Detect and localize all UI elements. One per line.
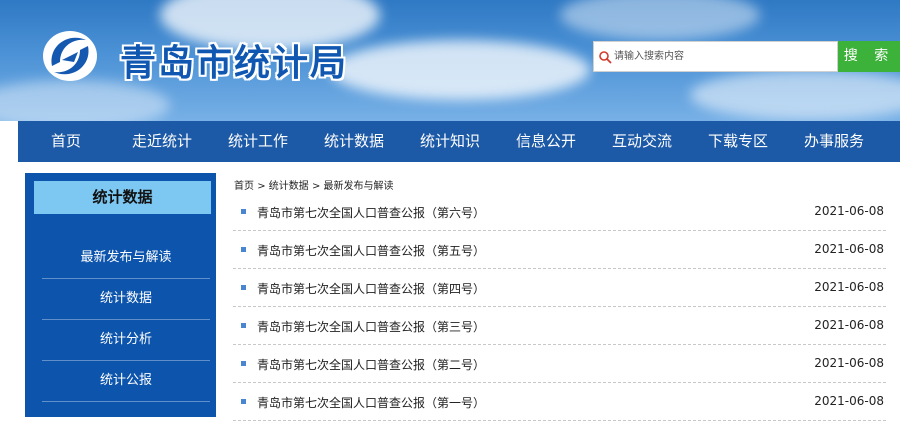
bullet-icon bbox=[241, 399, 246, 404]
sidebar-item-analysis[interactable]: 统计分析 bbox=[42, 320, 210, 361]
main-nav: 首页 走近统计 统计工作 统计数据 统计知识 信息公开 互动交流 下载专区 办事… bbox=[18, 121, 900, 162]
list-item: 青岛市第七次全国人口普查公报（第二号） 2021-06-08 bbox=[233, 345, 886, 383]
nav-item-data[interactable]: 统计数据 bbox=[306, 121, 402, 162]
nav-item-work[interactable]: 统计工作 bbox=[210, 121, 306, 162]
breadcrumb: 首页 > 统计数据 > 最新发布与解读 bbox=[234, 177, 394, 192]
breadcrumb-level2[interactable]: 最新发布与解读 bbox=[324, 181, 394, 192]
article-title-link[interactable]: 青岛市第七次全国人口普查公报（第二号） bbox=[257, 356, 485, 373]
site-title: 青岛市统计局 bbox=[120, 43, 349, 84]
bullet-icon bbox=[241, 323, 246, 328]
article-date: 2021-06-08 bbox=[814, 280, 884, 294]
search-box bbox=[593, 41, 838, 72]
nav-item-about[interactable]: 走近统计 bbox=[114, 121, 210, 162]
breadcrumb-home[interactable]: 首页 bbox=[234, 181, 254, 192]
cloud-decoration bbox=[330, 40, 590, 100]
list-item: 青岛市第七次全国人口普查公报（第一号） 2021-06-08 bbox=[233, 383, 886, 421]
cloud-decoration bbox=[0, 80, 170, 121]
search-button[interactable]: 搜 索 bbox=[838, 41, 900, 72]
cloud-decoration bbox=[690, 70, 900, 120]
sidebar-item-bulletin[interactable]: 统计公报 bbox=[42, 361, 210, 402]
search-input[interactable] bbox=[614, 42, 834, 71]
nav-item-services[interactable]: 办事服务 bbox=[786, 121, 882, 162]
article-title-link[interactable]: 青岛市第七次全国人口普查公报（第六号） bbox=[257, 204, 485, 221]
sidebar-item-statistical-data[interactable]: 统计数据 bbox=[42, 279, 210, 320]
sidebar: 统计数据 最新发布与解读 统计数据 统计分析 统计公报 bbox=[25, 173, 216, 417]
sidebar-item-latest-release[interactable]: 最新发布与解读 bbox=[42, 238, 210, 279]
list-item: 青岛市第七次全国人口普查公报（第五号） 2021-06-08 bbox=[233, 231, 886, 269]
nav-item-home[interactable]: 首页 bbox=[18, 121, 114, 162]
nav-item-disclosure[interactable]: 信息公开 bbox=[498, 121, 594, 162]
article-date: 2021-06-08 bbox=[814, 356, 884, 370]
article-title-link[interactable]: 青岛市第七次全国人口普查公报（第一号） bbox=[257, 394, 485, 411]
article-title-link[interactable]: 青岛市第七次全国人口普查公报（第四号） bbox=[257, 280, 485, 297]
article-list: 青岛市第七次全国人口普查公报（第六号） 2021-06-08 青岛市第七次全国人… bbox=[233, 193, 886, 421]
list-item: 青岛市第七次全国人口普查公报（第四号） 2021-06-08 bbox=[233, 269, 886, 307]
article-date: 2021-06-08 bbox=[814, 394, 884, 408]
nav-item-interaction[interactable]: 互动交流 bbox=[594, 121, 690, 162]
logo-icon[interactable] bbox=[40, 26, 100, 86]
breadcrumb-separator: > bbox=[311, 181, 321, 192]
article-title-link[interactable]: 青岛市第七次全国人口普查公报（第三号） bbox=[257, 318, 485, 335]
bullet-icon bbox=[241, 361, 246, 366]
sidebar-title: 统计数据 bbox=[34, 181, 211, 214]
nav-item-knowledge[interactable]: 统计知识 bbox=[402, 121, 498, 162]
article-date: 2021-06-08 bbox=[814, 318, 884, 332]
header-banner: 青岛市统计局 搜 索 bbox=[0, 0, 900, 121]
nav-item-downloads[interactable]: 下载专区 bbox=[690, 121, 786, 162]
search-icon bbox=[599, 51, 612, 64]
breadcrumb-separator: > bbox=[257, 181, 266, 192]
list-item: 青岛市第七次全国人口普查公报（第三号） 2021-06-08 bbox=[233, 307, 886, 345]
list-item: 青岛市第七次全国人口普查公报（第六号） 2021-06-08 bbox=[233, 193, 886, 231]
article-title-link[interactable]: 青岛市第七次全国人口普查公报（第五号） bbox=[257, 242, 485, 259]
search-bar: 搜 索 bbox=[593, 41, 900, 72]
bullet-icon bbox=[241, 209, 246, 214]
article-date: 2021-06-08 bbox=[814, 204, 884, 218]
bullet-icon bbox=[241, 247, 246, 252]
breadcrumb-level1[interactable]: 统计数据 bbox=[269, 181, 309, 192]
bullet-icon bbox=[241, 285, 246, 290]
cloud-decoration bbox=[560, 0, 760, 40]
article-date: 2021-06-08 bbox=[814, 242, 884, 256]
